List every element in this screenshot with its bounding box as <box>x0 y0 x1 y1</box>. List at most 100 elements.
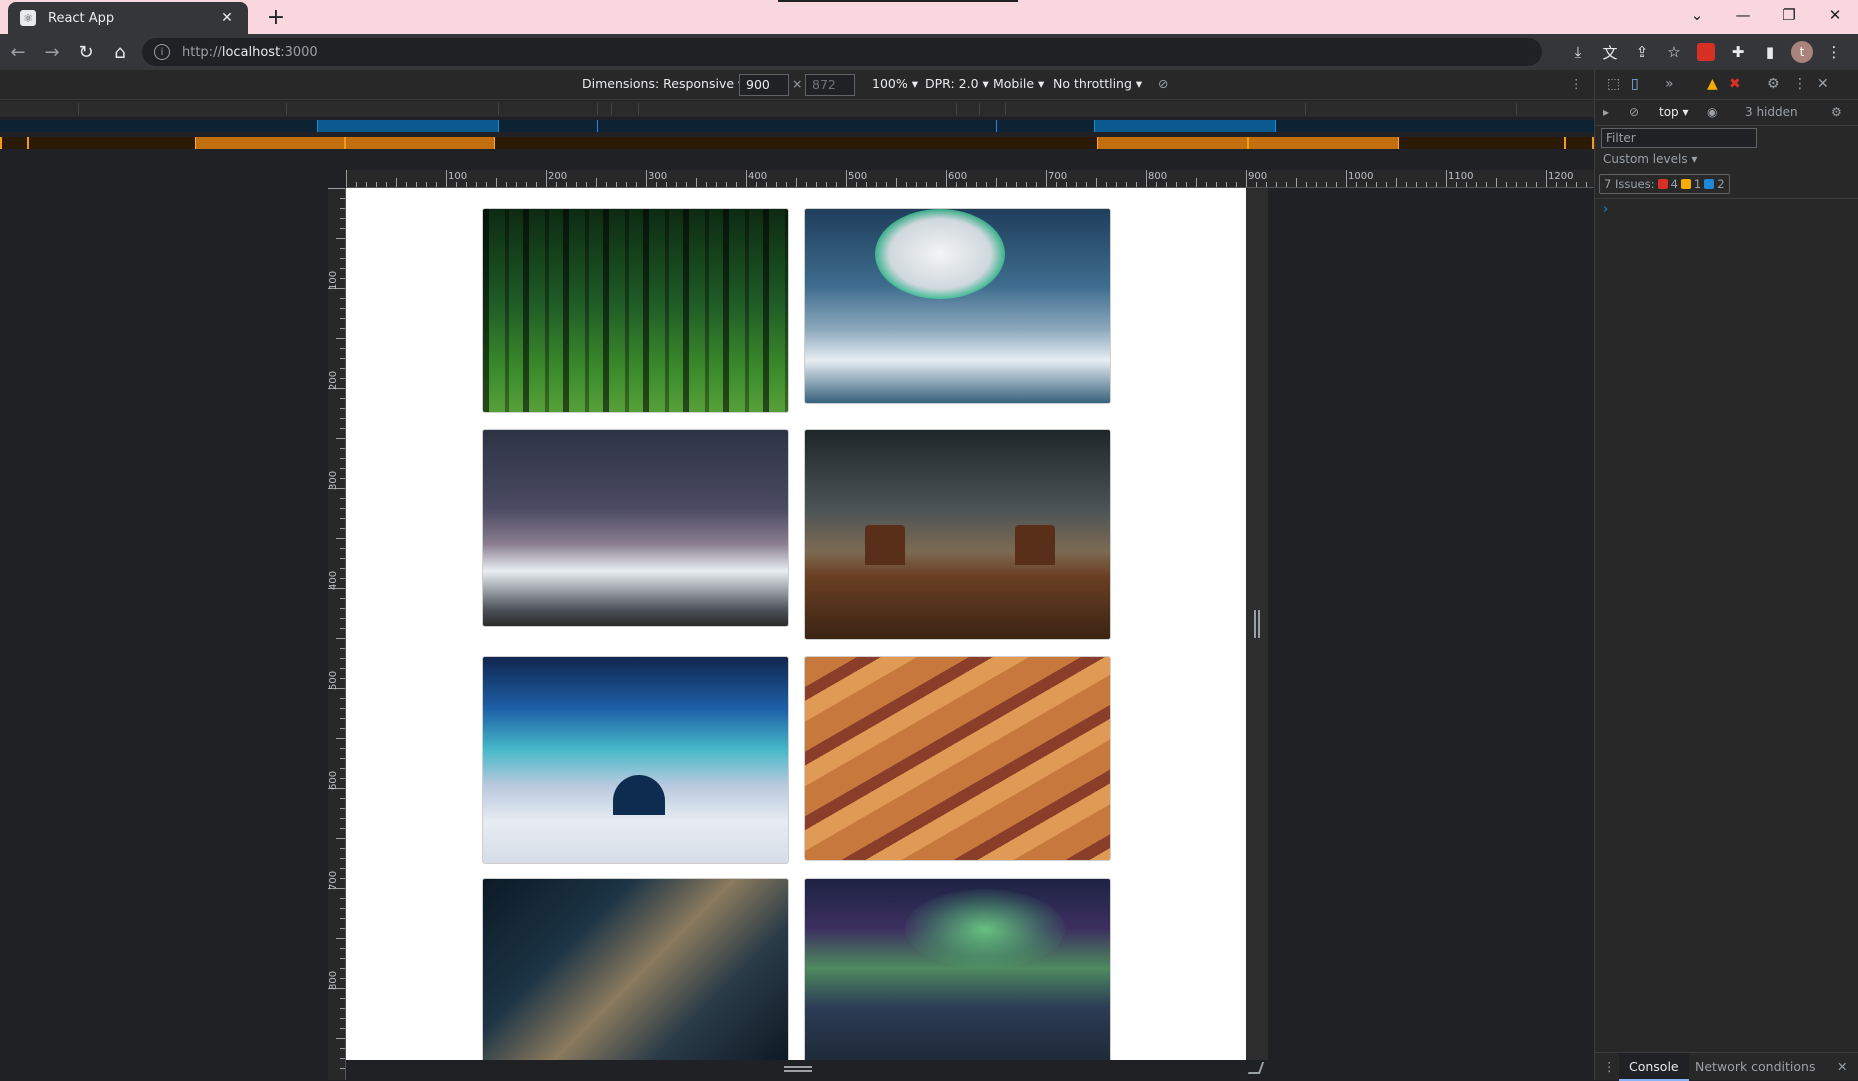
zoom-dropdown[interactable]: 100% ▾ <box>872 76 918 91</box>
gallery-image-aurora-lake[interactable] <box>804 878 1111 1060</box>
ruler-tick <box>340 208 345 209</box>
mq-segment[interactable] <box>597 103 598 115</box>
rotate-disabled-icon[interactable]: ⊘ <box>1158 76 1168 91</box>
ruler-tick <box>340 218 345 219</box>
mq-segment[interactable] <box>286 103 287 115</box>
console-toolbar: ▸ ⊘ top ▾ ◉ 3 hidden ⚙ <box>1595 100 1858 126</box>
side-panel-icon[interactable]: ▮ <box>1754 36 1786 68</box>
ruler-tick <box>656 182 657 187</box>
gallery-image-forest[interactable] <box>482 208 789 413</box>
console-prompt[interactable]: › <box>1603 202 1608 217</box>
height-input[interactable]: 872 <box>805 74 855 96</box>
forward-icon[interactable]: → <box>36 36 68 68</box>
settings-gear-icon[interactable]: ⚙ <box>1767 76 1780 92</box>
sidebar-toggle-icon[interactable]: ▸ <box>1603 105 1609 119</box>
minimize-icon[interactable]: — <box>1720 0 1766 30</box>
chrome-menu-icon[interactable]: ⋮ <box>1818 36 1850 68</box>
ruler-tick <box>340 408 345 409</box>
gallery-image-aurora-igloo[interactable] <box>482 656 789 864</box>
ruler-tick <box>336 338 345 339</box>
ruler-label: 300 <box>328 470 339 490</box>
ruler-label: 600 <box>328 770 339 790</box>
tab-close-icon[interactable]: ✕ <box>218 10 236 26</box>
throttling-dropdown[interactable]: No throttling ▾ <box>1053 76 1142 91</box>
console-settings-gear-icon[interactable]: ⚙ <box>1831 105 1842 119</box>
more-tabs-icon[interactable]: » <box>1665 76 1674 92</box>
ruler-tick <box>786 182 787 187</box>
mq-segment[interactable] <box>498 103 499 115</box>
drawer-tab-network-conditions[interactable]: Network conditions <box>1695 1059 1815 1074</box>
inspect-element-icon[interactable]: ⬚ <box>1607 76 1620 92</box>
translate-icon[interactable]: 文 <box>1594 36 1626 68</box>
ruler-tick <box>340 978 345 979</box>
extension-red-icon[interactable] <box>1690 36 1722 68</box>
mq-max-width-bar[interactable] <box>317 120 499 132</box>
profile-avatar[interactable]: t <box>1786 36 1818 68</box>
share-icon[interactable]: ⇪ <box>1626 36 1658 68</box>
gallery-image-milky-way[interactable] <box>482 878 789 1060</box>
tab-search-icon[interactable]: ⌄ <box>1674 0 1720 30</box>
ruler-tick <box>566 182 567 187</box>
ruler-tick <box>336 638 345 639</box>
devtools-menu-icon[interactable]: ⋮ <box>1793 76 1807 92</box>
site-info-icon[interactable]: i <box>154 44 170 60</box>
mq-segment[interactable] <box>1305 103 1306 115</box>
ruler-tick <box>1446 170 1447 187</box>
home-icon[interactable]: ⌂ <box>104 36 136 68</box>
live-expression-eye-icon[interactable]: ◉ <box>1707 105 1717 119</box>
mq-segment[interactable] <box>78 103 79 115</box>
resize-handle-corner[interactable] <box>1247 1062 1265 1074</box>
device-type-dropdown[interactable]: Mobile ▾ <box>993 76 1044 91</box>
close-devtools-icon[interactable]: ✕ <box>1817 76 1829 92</box>
restore-icon[interactable]: ❐ <box>1766 0 1812 30</box>
reload-icon[interactable]: ↻ <box>70 36 102 68</box>
device-toolbar-menu-icon[interactable]: ⋮ <box>1570 76 1583 91</box>
gallery-image-desert-lightning[interactable] <box>804 429 1111 640</box>
ruler-tick <box>1166 182 1167 187</box>
url-input[interactable]: i http://localhost:3000 <box>142 38 1542 66</box>
close-window-icon[interactable]: ✕ <box>1812 0 1858 30</box>
gallery-image-aurora-snow-mountains[interactable] <box>804 208 1111 404</box>
mq-max-width-bar[interactable] <box>1094 120 1276 132</box>
gallery-image-sand-dunes[interactable] <box>804 656 1111 861</box>
ruler-tick <box>936 182 937 187</box>
ruler-tick <box>1426 182 1427 187</box>
gallery-image-starry-snow-mountains[interactable] <box>482 429 789 627</box>
dimensions-dropdown[interactable]: Dimensions: Responsive ▾ <box>582 76 744 91</box>
error-icon[interactable]: ✖ <box>1729 76 1741 92</box>
mq-segment[interactable] <box>1005 103 1006 115</box>
ruler-label: 500 <box>328 670 339 690</box>
log-levels-dropdown[interactable]: Custom levels ▾ <box>1603 152 1697 166</box>
media-query-row-orange <box>0 137 1594 149</box>
context-selector[interactable]: top ▾ <box>1659 105 1689 119</box>
dpr-dropdown[interactable]: DPR: 2.0 ▾ <box>925 76 989 91</box>
issues-warning-count: 1 <box>1693 177 1702 191</box>
clear-console-icon[interactable]: ⊘ <box>1629 105 1639 119</box>
resize-handle-height[interactable] <box>784 1066 812 1072</box>
ruler-tick <box>1376 182 1377 187</box>
back-icon[interactable]: ← <box>2 36 34 68</box>
mq-segment[interactable] <box>979 103 980 115</box>
hidden-count: 3 hidden <box>1745 105 1798 119</box>
browser-tab[interactable]: ⚛ React App ✕ <box>8 2 248 34</box>
mq-segment[interactable] <box>1516 103 1517 115</box>
warning-icon[interactable]: ▲ <box>1707 76 1718 92</box>
ruler-tick <box>1406 182 1407 187</box>
drawer-menu-icon[interactable]: ⋮ <box>1603 1059 1616 1074</box>
error-issue-icon <box>1657 179 1668 189</box>
drawer-tab-console[interactable]: Console <box>1619 1053 1689 1081</box>
console-filter-input[interactable]: Filter <box>1601 128 1757 148</box>
mq-range-bar[interactable] <box>597 120 997 132</box>
mq-segment[interactable] <box>956 103 957 115</box>
mq-segment[interactable] <box>611 103 612 115</box>
extensions-puzzle-icon[interactable]: ✚ <box>1722 36 1754 68</box>
issues-button[interactable]: 7 Issues: 4 1 2 <box>1599 174 1730 194</box>
new-tab-button[interactable]: + <box>262 4 290 32</box>
width-input[interactable]: 900 <box>739 74 789 96</box>
install-app-icon[interactable]: ⤓ <box>1562 36 1594 68</box>
resize-handle-width[interactable] <box>1254 610 1260 638</box>
mq-segment[interactable] <box>638 103 639 115</box>
bookmark-star-icon[interactable]: ☆ <box>1658 36 1690 68</box>
close-drawer-icon[interactable]: ✕ <box>1837 1059 1847 1074</box>
device-toggle-icon[interactable]: ▯ <box>1631 76 1639 92</box>
